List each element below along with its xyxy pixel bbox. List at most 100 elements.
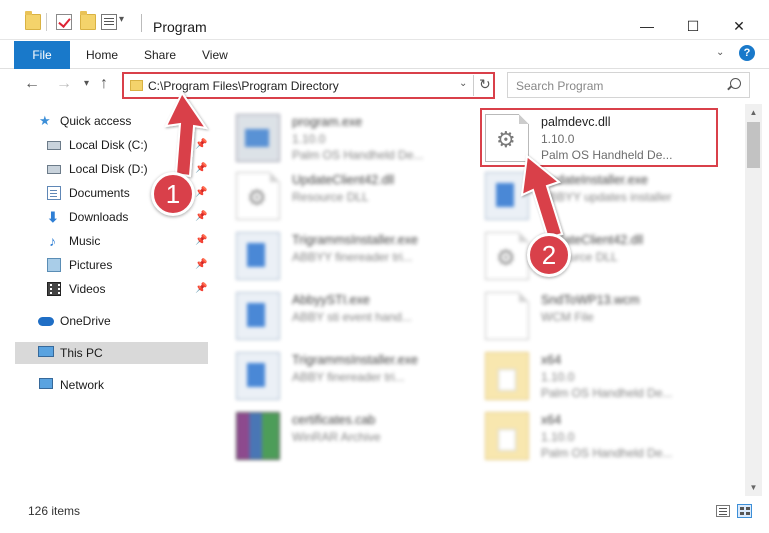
pin-icon[interactable]: 📌 bbox=[195, 283, 207, 294]
folder-icon bbox=[130, 80, 143, 91]
dll-file-icon bbox=[485, 232, 529, 280]
file-item[interactable]: x64 1.10.0 Palm OS Handheld De... bbox=[485, 348, 725, 406]
sidebar-item-videos[interactable]: Videos 📌 bbox=[15, 278, 208, 300]
sidebar-item-label: Local Disk (C:) bbox=[69, 138, 148, 152]
pin-icon[interactable]: 📌 bbox=[195, 235, 207, 246]
scrollbar-thumb[interactable] bbox=[747, 122, 760, 168]
file-item[interactable]: UpdateClient42.dll Resource DLL bbox=[236, 168, 476, 226]
file-description: Palm OS Handheld De... bbox=[541, 386, 673, 400]
sidebar-item-this-pc[interactable]: This PC bbox=[15, 342, 208, 364]
sidebar-item-label: Quick access bbox=[60, 114, 132, 128]
search-box[interactable]: Search Program bbox=[507, 72, 750, 98]
address-bar[interactable]: C:\Program Files\Program Directory ⌄ ↻ bbox=[122, 72, 495, 99]
download-arrow-icon: ⬇ bbox=[47, 209, 59, 225]
archive-icon bbox=[236, 412, 280, 460]
quick-access-dropdown-icon[interactable]: ▾ bbox=[119, 14, 124, 25]
refresh-icon[interactable]: ↻ bbox=[479, 76, 491, 93]
up-button[interactable]: ↑ bbox=[100, 75, 108, 93]
customize-toolbar-icon[interactable] bbox=[101, 14, 117, 30]
back-button[interactable]: ← bbox=[24, 75, 40, 93]
minimize-button[interactable]: — bbox=[624, 0, 670, 40]
dll-file-icon bbox=[236, 172, 280, 220]
sidebar-item-network[interactable]: Network bbox=[15, 374, 208, 396]
file-name: SndToWP13.wcm bbox=[541, 293, 640, 307]
large-icons-view-icon[interactable] bbox=[737, 504, 752, 518]
vertical-scrollbar[interactable]: ▲ ▼ bbox=[745, 104, 762, 496]
maximize-button[interactable]: ☐ bbox=[670, 0, 716, 40]
search-input[interactable]: Search Program bbox=[516, 79, 603, 93]
blank-file-icon bbox=[485, 292, 529, 340]
new-folder-icon[interactable] bbox=[80, 11, 96, 30]
file-description: ABBYY updates installer bbox=[541, 190, 672, 204]
properties-check-icon[interactable] bbox=[56, 14, 72, 30]
sidebar-item-quick-access[interactable]: ★ Quick access bbox=[15, 110, 208, 132]
close-button[interactable]: ✕ bbox=[716, 0, 762, 40]
file-name: x64 bbox=[541, 413, 562, 427]
file-item[interactable]: program.exe 1.10.0 Palm OS Handheld De..… bbox=[236, 110, 476, 168]
pin-icon[interactable]: 📌 bbox=[195, 259, 207, 270]
forward-button[interactable]: → bbox=[56, 75, 72, 93]
sidebar-item-local-disk-c[interactable]: Local Disk (C:) 📌 bbox=[15, 134, 208, 156]
sidebar-item-label: This PC bbox=[60, 346, 103, 360]
sidebar-item-label: OneDrive bbox=[60, 314, 111, 328]
pictures-icon bbox=[47, 258, 61, 272]
file-name: UpdateInstaller.exe bbox=[541, 173, 649, 187]
sidebar-item-label: Network bbox=[60, 378, 105, 392]
file-item[interactable]: TrigrammsInstaller.exe ABBYY finereader … bbox=[236, 228, 476, 286]
file-name: certificates.cab bbox=[292, 413, 376, 427]
details-view-icon[interactable] bbox=[716, 505, 730, 517]
pin-icon[interactable]: 📌 bbox=[195, 187, 207, 198]
sidebar-item-pictures[interactable]: Pictures 📌 bbox=[15, 254, 208, 276]
annotation-badge-2: 2 bbox=[527, 233, 571, 277]
file-name: TrigrammsInstaller.exe bbox=[292, 353, 418, 367]
tab-view[interactable]: View bbox=[202, 41, 228, 69]
file-item[interactable]: AbbyySTI.exe ABBY sti event hand... bbox=[236, 288, 476, 346]
installer-icon bbox=[236, 232, 280, 280]
sidebar-item-label: Downloads bbox=[69, 210, 129, 224]
film-strip-icon bbox=[47, 282, 61, 296]
help-icon[interactable]: ? bbox=[739, 45, 755, 61]
file-version: 1.10.0 bbox=[292, 132, 326, 146]
file-item[interactable]: certificates.cab WinRAR Archive bbox=[236, 408, 476, 466]
sidebar-item-label: Music bbox=[69, 234, 101, 248]
tab-file[interactable]: File bbox=[14, 41, 70, 69]
file-description: ABBY finereader tri... bbox=[292, 370, 405, 384]
chevron-down-icon[interactable]: ⌄ bbox=[459, 78, 467, 89]
file-version: 1.10.0 bbox=[541, 370, 575, 384]
file-item[interactable]: x64 1.10.0 Palm OS Handheld De... bbox=[485, 408, 725, 466]
file-description: WCM File bbox=[541, 310, 594, 324]
sidebar-item-label: Videos bbox=[69, 282, 106, 296]
hard-drive-icon bbox=[47, 165, 61, 174]
application-icon bbox=[236, 292, 280, 340]
file-description: ABBYY finereader tri... bbox=[292, 250, 413, 264]
file-name: AbbyySTI.exe bbox=[292, 293, 370, 307]
search-icon[interactable] bbox=[730, 78, 741, 89]
file-item[interactable]: TrigrammsInstaller.exe ABBY finereader t… bbox=[236, 348, 476, 406]
file-item[interactable]: UpdateClient42.dll Resource DLL bbox=[485, 228, 725, 286]
sidebar-item-music[interactable]: ♪ Music 📌 bbox=[15, 230, 208, 252]
item-count: 126 items bbox=[28, 504, 81, 518]
folder-icon bbox=[485, 352, 529, 400]
pin-icon[interactable]: 📌 bbox=[195, 163, 207, 174]
navigation-pane: ★ Quick access Local Disk (C:) 📌 Local D… bbox=[15, 104, 210, 496]
file-name: TrigrammsInstaller.exe bbox=[292, 233, 418, 247]
tab-share[interactable]: Share bbox=[144, 41, 176, 69]
file-item[interactable]: SndToWP13.wcm WCM File bbox=[485, 288, 725, 346]
scroll-down-icon[interactable]: ▼ bbox=[745, 479, 762, 496]
file-version: 1.10.0 bbox=[541, 430, 575, 444]
address-path[interactable]: C:\Program Files\Program Directory bbox=[148, 79, 339, 93]
toolbar-divider bbox=[46, 13, 47, 31]
folder-icon bbox=[485, 412, 529, 460]
ribbon-expand-icon[interactable]: ⌄ bbox=[716, 47, 730, 61]
tab-home[interactable]: Home bbox=[86, 41, 118, 69]
file-description: WinRAR Archive bbox=[292, 430, 381, 444]
file-name: UpdateClient42.dll bbox=[292, 173, 395, 187]
file-description: Palm OS Handheld De... bbox=[541, 446, 673, 460]
pin-icon[interactable]: 📌 bbox=[195, 139, 207, 150]
sidebar-item-onedrive[interactable]: OneDrive bbox=[15, 310, 208, 332]
scroll-up-icon[interactable]: ▲ bbox=[745, 104, 762, 121]
recent-locations-button[interactable]: ▾ bbox=[84, 78, 89, 89]
file-item[interactable]: UpdateInstaller.exe ABBYY updates instal… bbox=[485, 168, 725, 226]
pin-icon[interactable]: 📌 bbox=[195, 211, 207, 222]
ribbon-tabs: File Home Share View ⌄ ? bbox=[0, 40, 769, 69]
